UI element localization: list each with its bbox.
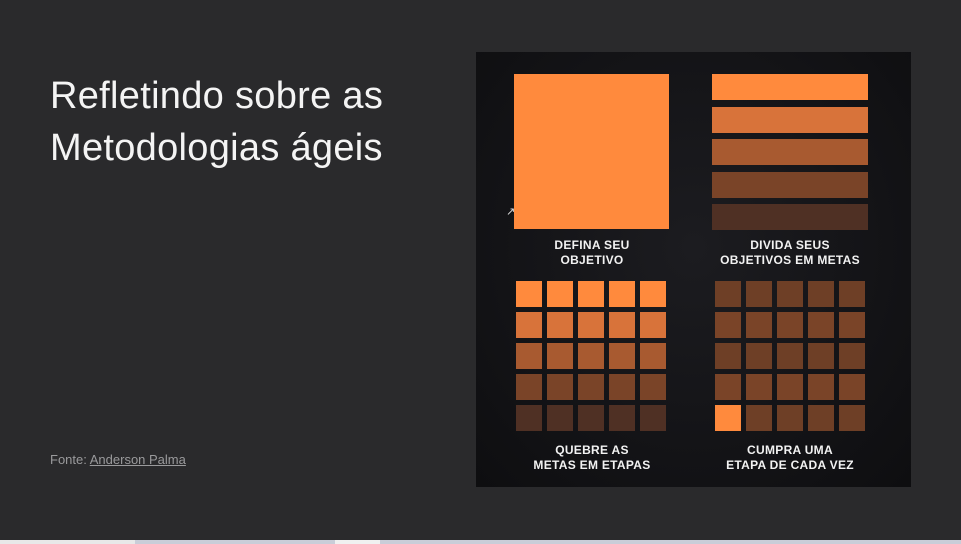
step-cell: [547, 405, 573, 431]
mouse-cursor-icon: ↗: [506, 206, 516, 218]
one-step-cell: [777, 281, 803, 307]
one-step-cell: [808, 281, 834, 307]
taskbar-segment: [335, 540, 380, 544]
step-cell: [640, 374, 666, 400]
label-divide-goals: DIVIDA SEUS OBJETIVOS EM METAS: [720, 238, 860, 267]
one-step-cell: [777, 405, 803, 431]
one-step-cell: [839, 343, 865, 369]
one-step-cell: [808, 343, 834, 369]
one-step-cell: [746, 343, 772, 369]
step-cell: [516, 405, 542, 431]
goal-bar: [712, 204, 868, 230]
step-cell: [578, 405, 604, 431]
one-step-grid: [715, 281, 865, 431]
one-step-cell: [746, 281, 772, 307]
completed-step-cell: [715, 405, 741, 431]
source-prefix: Fonte:: [50, 452, 90, 467]
step-cell: [547, 281, 573, 307]
source-caption: Fonte: Anderson Palma: [50, 452, 186, 467]
goal-bars: [712, 74, 868, 237]
step-cell: [547, 374, 573, 400]
goal-bar: [712, 106, 868, 133]
step-cell: [516, 374, 542, 400]
taskbar-segment: [0, 540, 135, 544]
one-step-cell: [808, 374, 834, 400]
one-step-cell: [746, 312, 772, 338]
step-cell: [516, 312, 542, 338]
goal-bar: [712, 171, 868, 198]
step-cell: [516, 281, 542, 307]
step-cell: [609, 312, 635, 338]
label-break-steps: QUEBRE AS METAS EM ETAPAS: [533, 443, 651, 472]
step-cell: [578, 343, 604, 369]
one-step-cell: [839, 281, 865, 307]
step-cell: [578, 312, 604, 338]
one-step-cell: [777, 374, 803, 400]
slide: Refletindo sobre as Metodologias ágeis F…: [0, 0, 961, 540]
step-cell: [640, 405, 666, 431]
step-cell: [609, 281, 635, 307]
one-step-cell: [808, 405, 834, 431]
one-step-cell: [839, 312, 865, 338]
step-cell: [640, 312, 666, 338]
one-step-cell: [715, 312, 741, 338]
one-step-cell: [746, 405, 772, 431]
one-step-cell: [777, 343, 803, 369]
agile-infographic: DEFINA SEU OBJETIVO DIVIDA SEUS OBJETIVO…: [476, 52, 911, 487]
one-step-cell: [839, 405, 865, 431]
one-step-cell: [746, 374, 772, 400]
one-step-cell: [715, 281, 741, 307]
step-cell: [578, 281, 604, 307]
step-cell: [640, 343, 666, 369]
one-step-cell: [777, 312, 803, 338]
one-step-cell: [839, 374, 865, 400]
label-define-objective: DEFINA SEU OBJETIVO: [554, 238, 630, 267]
one-step-cell: [808, 312, 834, 338]
step-cell: [547, 343, 573, 369]
step-cell: [516, 343, 542, 369]
step-cell: [578, 374, 604, 400]
label-one-step-at-a-time: CUMPRA UMA ETAPA DE CADA VEZ: [726, 443, 854, 472]
goal-bar: [712, 139, 868, 165]
one-step-cell: [715, 374, 741, 400]
step-cell: [547, 312, 573, 338]
steps-grid: [516, 281, 666, 431]
step-cell: [609, 343, 635, 369]
objective-square: [514, 74, 669, 229]
slide-title: Refletindo sobre as Metodologias ágeis: [50, 75, 384, 169]
step-cell: [609, 405, 635, 431]
step-cell: [640, 281, 666, 307]
goal-bar: [712, 74, 868, 100]
step-cell: [609, 374, 635, 400]
source-link[interactable]: Anderson Palma: [90, 452, 186, 467]
one-step-cell: [715, 343, 741, 369]
taskbar-strip: [0, 540, 961, 544]
